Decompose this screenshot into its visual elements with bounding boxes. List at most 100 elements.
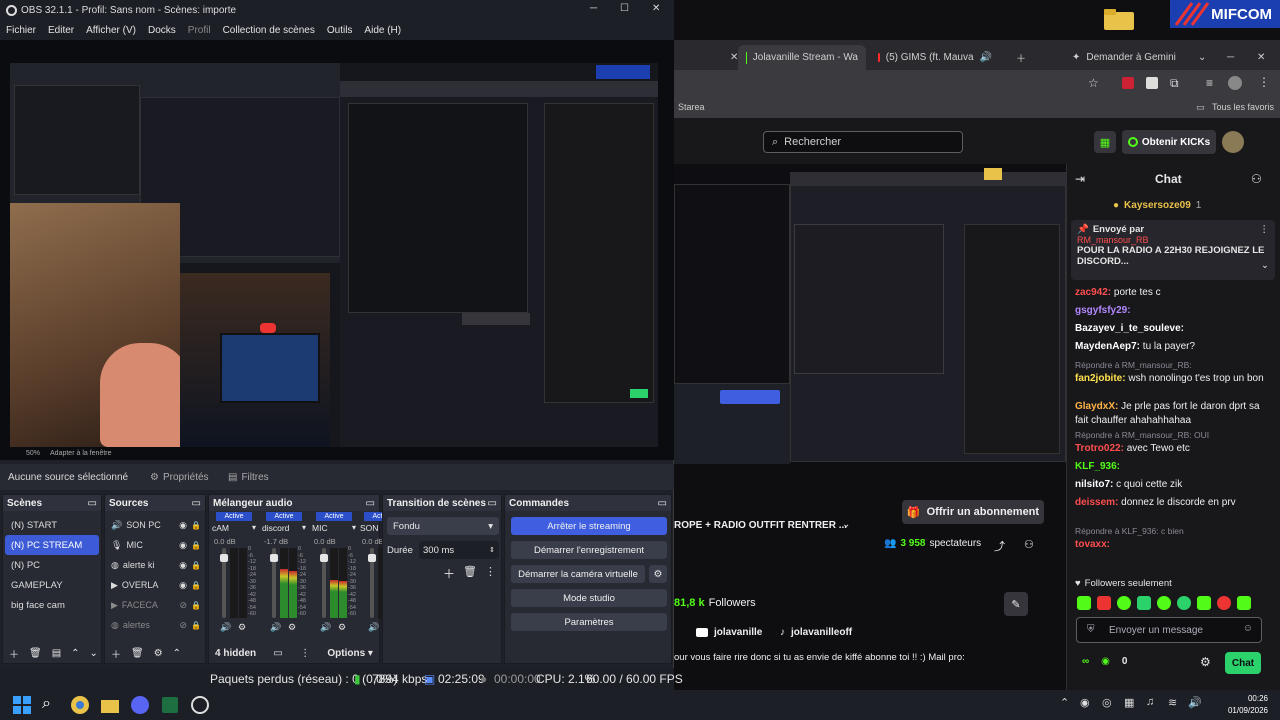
get-kicks-button[interactable]: Obtenir KICKs [1122,130,1216,154]
collapse-chat-icon[interactable]: ⇥ [1075,172,1085,186]
add-icon[interactable]: ＋ [9,646,19,661]
speaker-icon[interactable]: 🔊 [270,622,281,633]
zoom-level[interactable]: 50% [26,450,40,457]
social-youtube[interactable]: jolavanille [696,627,762,638]
pinned-message[interactable]: 📌 Envoyé par RM_mansour_RB POUR LA RADIO … [1071,220,1275,280]
maximize-icon[interactable]: ☐ [620,3,629,14]
close-icon[interactable]: ✕ [652,3,660,14]
chat-username[interactable]: nilsito7: [1075,479,1113,490]
chat-message[interactable]: nilsito7: c quoi cette zik [1075,478,1275,492]
emote-icon[interactable] [1157,596,1171,610]
volume-knob[interactable] [220,554,228,562]
chevron-down-icon[interactable]: ▾ [302,523,306,532]
chat-username[interactable]: KLF_936: [1075,461,1120,472]
extension-icon[interactable] [1122,77,1134,89]
volume-slider[interactable] [368,548,376,618]
lock-icon[interactable]: 🔒 [191,521,201,530]
source-item[interactable]: 🔊 SON PC ◉ 🔒 [105,515,205,535]
trash-icon[interactable]: 🗑 [29,648,42,659]
add-icon[interactable]: ＋ [443,565,455,582]
headset-icon[interactable]: ♫ [1146,696,1154,708]
volume-slider[interactable] [270,548,278,618]
add-friend-icon[interactable]: ⚇ [1024,538,1034,551]
chat-username[interactable]: tovaxx: [1075,539,1110,550]
wifi-icon[interactable]: ≋ [1168,696,1177,709]
social-tiktok[interactable]: ♪ jolavanilleoff [780,627,852,638]
settings-gear-icon[interactable]: ⚙ [1200,655,1211,669]
menu-item[interactable]: Editer [48,25,74,36]
emote-icon[interactable] [1237,596,1251,610]
menu-dots-icon[interactable]: ⋮ [1258,75,1270,89]
chevron-down-icon[interactable]: ⌄ [842,519,850,530]
discord-icon[interactable] [130,695,152,715]
chat-message[interactable]: Bazayev_i_te_souleve: [1075,322,1275,336]
chevron-down-icon[interactable]: ▾ [252,523,256,532]
obs-preview-canvas[interactable] [10,63,658,447]
all-bookmarks[interactable]: Tous les favoris [1212,102,1274,112]
tab-search-icon[interactable]: ⌄ [1190,45,1214,70]
trash-icon[interactable]: 🗑 [463,565,477,578]
menu-item[interactable]: Profil [188,25,211,36]
menu-item[interactable]: Afficher (V) [86,25,136,36]
chat-username[interactable]: Trotro022: [1075,443,1124,454]
chat-reply-hint[interactable]: Répondre à RM_mansour_RB: [1075,358,1275,373]
gear-icon[interactable]: ⚙ [154,648,163,659]
tray-app-icon[interactable]: ◉ [1080,696,1090,709]
chat-message[interactable]: zac942: porte tes c [1075,286,1275,300]
source-item[interactable]: ▭ PC STRE⊘ 🔒 [105,635,205,642]
share-icon[interactable]: ⤴ [994,538,1005,554]
chat-reply-hint[interactable]: Répondre à KLF_936: c bien [1075,524,1275,539]
add-icon[interactable]: ＋ [111,646,121,661]
chat-send-button[interactable]: Chat [1225,652,1261,674]
chat-message[interactable]: KLF_936: [1075,460,1275,474]
tab-youtube[interactable]: (5) GIMS (ft. Mauva 🔊 [870,45,1000,70]
stream-video[interactable] [674,164,1066,468]
menu-dots-icon[interactable]: ⋮ [300,648,310,659]
dock-menu-icon[interactable]: ▭ [88,498,97,509]
lock-icon[interactable]: 🔒 [191,581,201,590]
emote-icon[interactable] [1197,596,1211,610]
emote-icon[interactable] [1217,596,1231,610]
dock-menu-icon[interactable]: ▭ [366,498,375,509]
source-item[interactable]: ◍ alerte ki ◉ 🔒 [105,555,205,575]
chevron-down-icon[interactable]: ▾ [352,523,356,532]
settings-button[interactable]: Paramètres [511,613,667,631]
chrome-icon[interactable] [70,695,92,715]
scene-filter-icon[interactable]: ▤ [52,648,61,659]
folder-icon[interactable] [1104,8,1134,30]
chat-message[interactable]: Trotro022: avec Tewo etc [1075,442,1275,456]
dock-menu-icon[interactable]: ▭ [488,498,497,509]
eye-hidden-icon[interactable]: ⊘ [179,640,187,642]
close-window-icon[interactable]: ✕ [1249,45,1273,70]
menu-item[interactable]: Docks [148,25,176,36]
lock-icon[interactable]: 🔒 [191,541,201,550]
volume-icon[interactable]: 🔊 [1188,696,1202,709]
emote-icon[interactable] [1097,596,1111,610]
source-item[interactable]: ▶ FACECA ⊘ 🔒 [105,595,205,615]
emote-icon[interactable] [1117,596,1131,610]
menu-dots-icon[interactable]: ⋮ [485,565,496,578]
search-icon[interactable]: ⌕ [42,695,64,715]
gear-icon[interactable]: ⚙ [238,622,246,633]
transition-select[interactable]: Fondu ▾ [387,517,499,535]
scene-item[interactable]: GAMEPLAY [5,575,99,595]
source-item[interactable]: 🎙 MIC ◉ 🔒 [105,535,205,555]
studio-mode-button[interactable]: Mode studio [511,589,667,607]
emote-icon[interactable] [1177,596,1191,610]
move-up-icon[interactable]: ⌃ [173,648,181,659]
volume-knob[interactable] [368,554,376,562]
chat-username[interactable]: fan2jobite: [1075,373,1126,384]
eye-icon[interactable]: ◉ [179,560,187,571]
eye-hidden-icon[interactable]: ⊘ [179,600,187,611]
duration-spinbox[interactable]: 300 ms ⇕ [419,541,499,559]
search-input[interactable]: ⌕ Rechercher [763,131,963,153]
mixer-options-button[interactable]: Options ▾ [327,648,373,659]
volume-slider[interactable] [320,548,328,618]
emote-icon[interactable] [1137,596,1151,610]
speaker-icon[interactable]: 🔊 [320,622,331,633]
chat-message[interactable]: tovaxx: [1075,538,1275,552]
source-item[interactable]: ▶ OVERLA ◉ 🔒 [105,575,205,595]
chat-username[interactable]: gsgyfsfy29: [1075,305,1131,316]
scene-item[interactable]: (N) START [5,515,99,535]
chat-username[interactable]: GlaydxX: [1075,401,1118,412]
